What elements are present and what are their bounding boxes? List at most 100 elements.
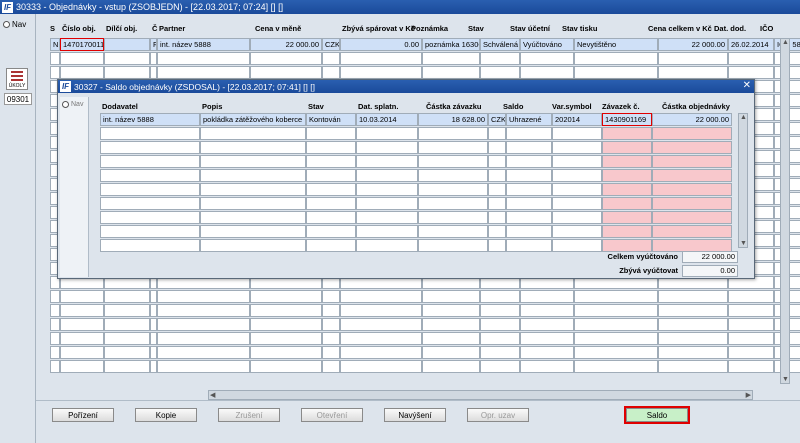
table-cell[interactable]: CZK	[322, 38, 340, 51]
table-cell[interactable]	[480, 360, 520, 373]
dialog-cell[interactable]	[356, 225, 418, 238]
dialog-cell[interactable]	[356, 155, 418, 168]
table-cell[interactable]	[480, 332, 520, 345]
table-cell[interactable]	[50, 290, 60, 303]
table-cell[interactable]	[50, 304, 60, 317]
table-cell[interactable]	[340, 360, 422, 373]
table-cell[interactable]	[422, 52, 480, 65]
opr-uzav-button[interactable]: Opr. uzav	[467, 408, 529, 422]
table-cell[interactable]	[728, 290, 774, 303]
table-cell[interactable]	[480, 66, 520, 79]
dialog-cell[interactable]	[418, 141, 488, 154]
dialog-cell[interactable]	[100, 169, 200, 182]
table-cell[interactable]	[658, 360, 728, 373]
table-cell[interactable]	[157, 290, 250, 303]
table-cell[interactable]	[250, 304, 322, 317]
table-cell[interactable]: 26.02.2014	[728, 38, 774, 51]
table-cell[interactable]	[480, 304, 520, 317]
dialog-cell[interactable]	[100, 127, 200, 140]
table-cell[interactable]	[250, 332, 322, 345]
table-cell[interactable]: Vyúčtováno	[520, 38, 574, 51]
table-cell[interactable]	[480, 290, 520, 303]
dialog-cell[interactable]	[418, 211, 488, 224]
dialog-cell[interactable]	[100, 211, 200, 224]
dialog-cell[interactable]	[306, 169, 356, 182]
dialog-cell[interactable]	[506, 211, 552, 224]
orders-horizontal-scrollbar[interactable]: ◀ ▶	[208, 390, 753, 400]
table-cell[interactable]	[50, 318, 60, 331]
table-cell[interactable]	[60, 290, 104, 303]
dialog-cell[interactable]	[488, 211, 506, 224]
dialog-cell[interactable]	[100, 141, 200, 154]
dialog-cell[interactable]	[488, 225, 506, 238]
dialog-cell[interactable]	[488, 155, 506, 168]
dialog-cell[interactable]	[200, 225, 306, 238]
dialog-cell[interactable]	[552, 183, 602, 196]
dialog-cell[interactable]	[506, 169, 552, 182]
dialog-cell[interactable]	[100, 239, 200, 252]
dialog-cell[interactable]	[356, 197, 418, 210]
table-cell[interactable]: F	[150, 38, 157, 51]
table-cell[interactable]	[422, 346, 480, 359]
dialog-cell[interactable]	[356, 239, 418, 252]
table-cell[interactable]	[480, 346, 520, 359]
dialog-cell[interactable]	[418, 239, 488, 252]
dialog-cell[interactable]	[652, 183, 732, 196]
table-cell[interactable]	[50, 332, 60, 345]
table-cell[interactable]	[250, 360, 322, 373]
table-cell[interactable]	[104, 318, 150, 331]
dialog-cell[interactable]	[506, 197, 552, 210]
porizeni-button[interactable]: Pořízení	[52, 408, 114, 422]
dialog-cell[interactable]	[418, 169, 488, 182]
dialog-cell[interactable]	[200, 211, 306, 224]
table-cell[interactable]: Nevytištěno	[574, 38, 658, 51]
table-cell[interactable]	[728, 332, 774, 345]
dialog-cell[interactable]	[552, 127, 602, 140]
table-cell[interactable]	[728, 346, 774, 359]
close-icon[interactable]: ✕	[743, 80, 751, 91]
dialog-cell[interactable]	[200, 169, 306, 182]
dialog-cell[interactable]: pokládka zátěžového koberce	[200, 113, 306, 126]
dialog-cell[interactable]: 10.03.2014	[356, 113, 418, 126]
dialog-cell[interactable]: int. název 5888	[100, 113, 200, 126]
dialog-cell[interactable]	[652, 155, 732, 168]
table-cell[interactable]	[157, 332, 250, 345]
table-cell[interactable]	[480, 318, 520, 331]
table-cell[interactable]	[520, 318, 574, 331]
table-cell[interactable]	[658, 290, 728, 303]
table-cell[interactable]	[658, 332, 728, 345]
table-cell[interactable]	[60, 52, 104, 65]
table-cell[interactable]	[728, 318, 774, 331]
dialog-vertical-scrollbar[interactable]: ▲ ▼	[738, 113, 748, 248]
table-cell[interactable]	[520, 66, 574, 79]
dialog-cell[interactable]	[356, 211, 418, 224]
table-cell[interactable]	[574, 346, 658, 359]
table-cell[interactable]	[728, 304, 774, 317]
dialog-cell[interactable]	[306, 197, 356, 210]
dialog-cell[interactable]	[652, 225, 732, 238]
dialog-cell[interactable]	[602, 141, 652, 154]
table-cell[interactable]	[422, 360, 480, 373]
navyseni-button[interactable]: Navýšení	[384, 408, 446, 422]
table-cell[interactable]	[322, 332, 340, 345]
table-cell[interactable]	[574, 52, 658, 65]
scroll-down-icon[interactable]: ▼	[782, 376, 789, 383]
table-cell[interactable]	[104, 66, 150, 79]
table-cell[interactable]	[104, 52, 150, 65]
dialog-cell[interactable]	[652, 211, 732, 224]
dialog-cell[interactable]: 202014	[552, 113, 602, 126]
dialog-cell[interactable]	[602, 169, 652, 182]
table-cell[interactable]	[728, 360, 774, 373]
dialog-cell[interactable]	[602, 127, 652, 140]
table-cell[interactable]	[50, 346, 60, 359]
table-cell[interactable]	[60, 66, 104, 79]
table-cell[interactable]	[157, 318, 250, 331]
dialog-cell[interactable]	[306, 239, 356, 252]
table-cell[interactable]	[322, 290, 340, 303]
dialog-cell[interactable]	[306, 183, 356, 196]
table-cell[interactable]	[250, 66, 322, 79]
table-cell[interactable]	[150, 318, 157, 331]
scroll-left-icon[interactable]: ◀	[210, 391, 215, 399]
dialog-cell[interactable]	[200, 197, 306, 210]
dialog-cell[interactable]	[506, 239, 552, 252]
